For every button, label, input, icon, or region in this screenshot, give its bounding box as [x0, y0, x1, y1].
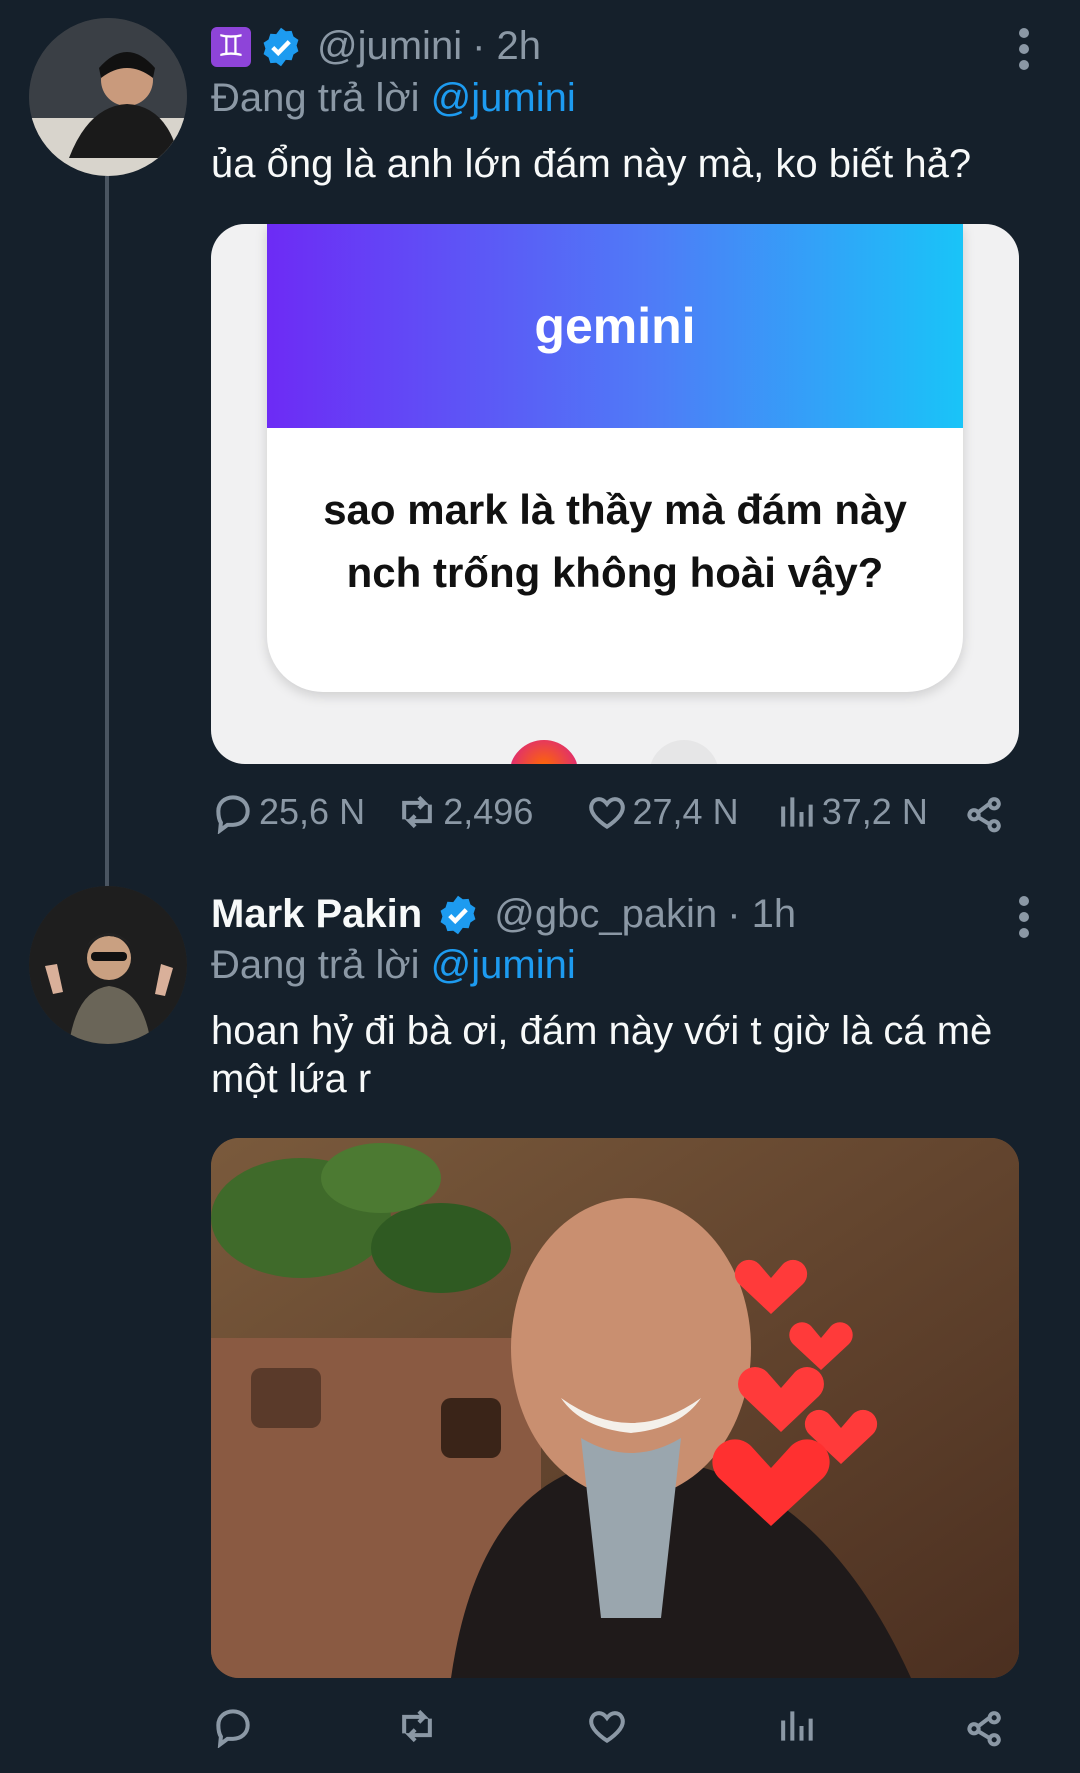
replying-to: Đang trả lời @jumini [211, 943, 576, 988]
card-brand: gemini [267, 224, 963, 428]
views-icon [780, 1711, 813, 1741]
tweet-header: Mark Pakin @gbc_pakin · 1h [211, 892, 796, 937]
card-question: sao mark là thầy mà đám này nch trống kh… [323, 486, 907, 596]
instagram-icon [509, 740, 579, 764]
tweet-text: hoan hỷ đi bà ơi, đám này với t giờ là c… [211, 1009, 993, 1101]
display-name[interactable]: Mark Pakin [211, 892, 422, 937]
views-button[interactable]: 37,2 N [774, 790, 963, 834]
timestamp[interactable]: · 2h [472, 24, 541, 69]
tweet-actions: 25,6 N 2,496 27,4 N 37,2 N [211, 790, 1011, 834]
reply-button[interactable]: 25,6 N [211, 790, 395, 834]
timestamp[interactable]: · 1h [727, 892, 796, 937]
retweet-count: 2,496 [443, 791, 534, 832]
more-options-icon[interactable] [1018, 896, 1030, 944]
heart-icon [588, 797, 625, 830]
view-count: 37,2 N [821, 791, 928, 832]
embedded-image-card[interactable]: gemini sao mark là thầy mà đám này nch t… [211, 224, 1019, 764]
replying-label: Đang trả lời [211, 943, 420, 987]
retweet-button[interactable]: 2,496 [395, 790, 584, 834]
like-button[interactable] [585, 1704, 774, 1748]
gemini-sign-icon: ♊ [211, 26, 251, 67]
share-icon [967, 1711, 1001, 1747]
replying-to: Đang trả lời @jumini [211, 76, 576, 121]
retweet-button[interactable] [395, 1704, 584, 1748]
replying-label: Đang trả lời [211, 76, 420, 120]
reply-icon [216, 795, 250, 834]
user-handle[interactable]: @gbc_pakin [494, 892, 717, 937]
share-icon [967, 797, 1001, 833]
attached-photo[interactable] [211, 1138, 1019, 1678]
avatar[interactable] [29, 18, 187, 176]
thread-connector [105, 170, 109, 890]
like-count: 27,4 N [632, 791, 739, 832]
mention-link[interactable]: @jumini [431, 943, 576, 987]
retweet-icon [402, 795, 433, 829]
share-button[interactable] [963, 790, 1011, 834]
mention-link[interactable]: @jumini [431, 76, 576, 120]
verified-badge-icon [440, 895, 476, 934]
tweet-text: ủa ổng là anh lớn đám này mà, ko biết hả… [211, 142, 972, 186]
tweet-header: ♊ @jumini · 2h [211, 24, 541, 69]
tweet-actions [211, 1704, 1011, 1748]
views-button[interactable] [774, 1704, 963, 1748]
photo-illustration [211, 1138, 1019, 1678]
like-button[interactable]: 27,4 N [585, 790, 774, 834]
user-handle[interactable]: @jumini [317, 24, 462, 69]
retweet-icon [402, 1709, 433, 1743]
views-icon [780, 797, 813, 827]
reply-button[interactable] [211, 1704, 395, 1748]
heart-icon [588, 1711, 625, 1744]
verified-badge-icon [263, 27, 299, 66]
reply-icon [216, 1709, 250, 1748]
more-options-icon[interactable] [1018, 28, 1030, 76]
avatar[interactable] [29, 886, 187, 1044]
share-button[interactable] [963, 1704, 1011, 1748]
app-icon [649, 740, 719, 764]
reply-count: 25,6 N [259, 791, 366, 832]
question-card: gemini sao mark là thầy mà đám này nch t… [267, 224, 963, 692]
